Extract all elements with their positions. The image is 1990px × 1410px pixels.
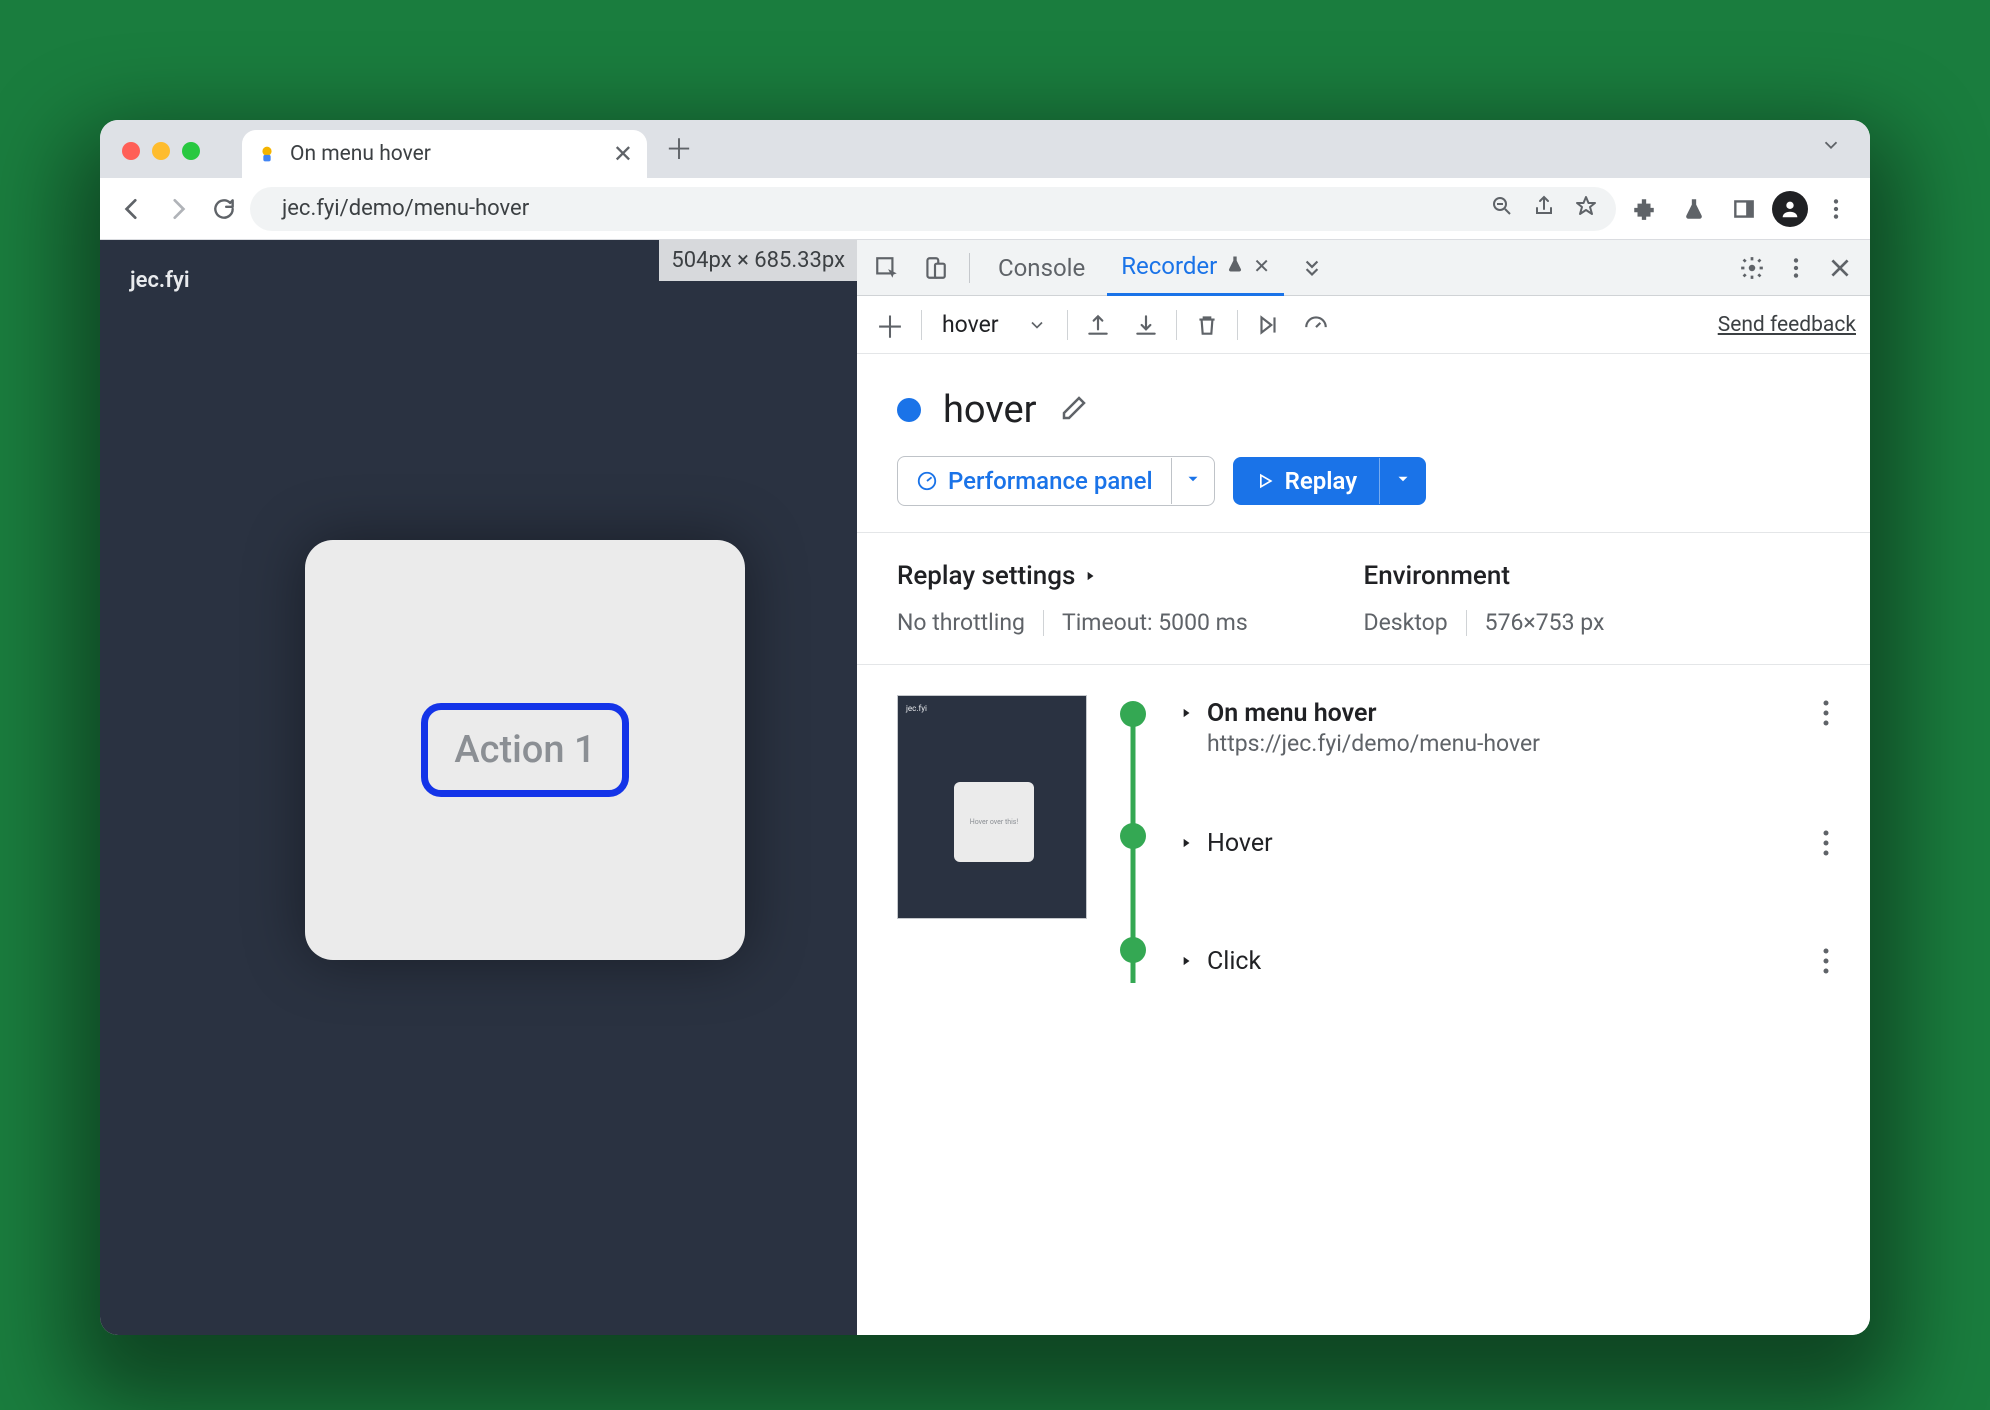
settings-gear-icon[interactable] xyxy=(1732,248,1772,288)
step-url: https://jec.fyi/demo/menu-hover xyxy=(1207,730,1540,757)
performance-panel-button[interactable]: Performance panel xyxy=(897,456,1215,506)
device-value: Desktop xyxy=(1364,609,1448,636)
window-maximize-button[interactable] xyxy=(182,142,200,160)
timeout-value: Timeout: 5000 ms xyxy=(1062,609,1248,636)
extensions-icon[interactable] xyxy=(1622,187,1666,231)
inspect-icon[interactable] xyxy=(867,248,907,288)
step-more-icon[interactable] xyxy=(1822,699,1830,731)
new-tab-button[interactable]: ＋ xyxy=(665,128,693,168)
step-title: Click xyxy=(1207,947,1261,976)
more-tabs-chevron-icon[interactable] xyxy=(1292,248,1332,288)
replay-settings-header[interactable]: Replay settings xyxy=(897,561,1364,591)
zoom-icon[interactable] xyxy=(1490,194,1514,224)
demo-card: Action 1 xyxy=(305,540,745,960)
expand-triangle-icon[interactable] xyxy=(1179,705,1193,724)
export-icon[interactable] xyxy=(1080,307,1116,343)
expand-triangle-icon[interactable] xyxy=(1179,835,1193,854)
step-more-icon[interactable] xyxy=(1822,947,1830,979)
flask-small-icon xyxy=(1225,252,1245,280)
device-icon[interactable] xyxy=(915,248,955,288)
forward-button[interactable] xyxy=(158,189,198,229)
throttling-value: No throttling xyxy=(897,609,1025,636)
performance-dropdown-icon[interactable] xyxy=(1171,458,1214,504)
devtools-menu-icon[interactable] xyxy=(1776,248,1816,288)
devtools-panel: Console Recorder ✕ ＋ hover xyxy=(857,240,1870,1335)
browser-toolbar: jec.fyi/demo/menu-hover xyxy=(100,178,1870,240)
recorder-settings: Replay settings No throttling Timeout: 5… xyxy=(857,533,1870,665)
replay-button[interactable]: Replay xyxy=(1233,457,1427,505)
step-row-main[interactable]: On menu hover https://jec.fyi/demo/menu-… xyxy=(1179,695,1830,761)
timeline-dot xyxy=(1120,701,1146,727)
tab-close-icon[interactable]: ✕ xyxy=(613,140,633,168)
recording-header: hover xyxy=(857,354,1870,456)
devtools-close-icon[interactable] xyxy=(1820,248,1860,288)
step-title: Hover xyxy=(1207,829,1273,858)
recording-selector[interactable]: hover xyxy=(934,311,1055,338)
expand-triangle-icon[interactable] xyxy=(1179,953,1193,972)
rendered-page: jec.fyi 504px × 685.33px Action 1 xyxy=(100,240,857,1335)
timeline xyxy=(1115,695,1151,983)
step-row-click[interactable]: Click xyxy=(1179,943,1830,983)
import-icon[interactable] xyxy=(1128,307,1164,343)
tab-close-icon[interactable]: ✕ xyxy=(1253,254,1270,278)
back-button[interactable] xyxy=(112,189,152,229)
step-title: On menu hover xyxy=(1207,699,1540,728)
tab-console[interactable]: Console xyxy=(984,240,1099,296)
panel-icon[interactable] xyxy=(1722,187,1766,231)
recording-name: hover xyxy=(943,388,1037,432)
slow-replay-icon[interactable] xyxy=(1298,307,1334,343)
timeline-dot xyxy=(1120,823,1146,849)
tab-list-chevron-icon[interactable] xyxy=(1820,134,1842,162)
browser-window: On menu hover ✕ ＋ jec.fyi/demo/menu-hove… xyxy=(100,120,1870,1335)
delete-icon[interactable] xyxy=(1189,307,1225,343)
reload-button[interactable] xyxy=(204,189,244,229)
share-icon[interactable] xyxy=(1532,194,1556,224)
bookmark-star-icon[interactable] xyxy=(1574,194,1598,224)
content-area: jec.fyi 504px × 685.33px Action 1 Consol… xyxy=(100,240,1870,1335)
recorder-buttons-row: Performance panel Replay xyxy=(857,456,1870,533)
step-row-hover[interactable]: Hover xyxy=(1179,825,1830,865)
timeline-dot xyxy=(1120,937,1146,963)
address-bar[interactable]: jec.fyi/demo/menu-hover xyxy=(250,187,1616,231)
replay-dropdown-icon[interactable] xyxy=(1379,458,1426,504)
url-text: jec.fyi/demo/menu-hover xyxy=(282,196,529,221)
browser-tab[interactable]: On menu hover ✕ xyxy=(242,130,647,178)
send-feedback-link[interactable]: Send feedback xyxy=(1718,313,1856,337)
new-recording-button[interactable]: ＋ xyxy=(871,303,909,347)
chrome-menu-icon[interactable] xyxy=(1814,187,1858,231)
viewport-value: 576×753 px xyxy=(1485,609,1605,636)
viewport-dimensions-badge: 504px × 685.33px xyxy=(659,240,857,281)
environment-header: Environment xyxy=(1364,561,1831,591)
favicon-icon xyxy=(256,143,278,165)
flask-icon[interactable] xyxy=(1672,187,1716,231)
step-play-icon[interactable] xyxy=(1250,307,1286,343)
recording-status-dot xyxy=(897,398,921,422)
edit-name-icon[interactable] xyxy=(1059,393,1089,427)
window-close-button[interactable] xyxy=(122,142,140,160)
window-titlebar: On menu hover ✕ ＋ xyxy=(100,120,1870,178)
devtools-tabbar: Console Recorder ✕ xyxy=(857,240,1870,296)
tab-recorder[interactable]: Recorder ✕ xyxy=(1107,240,1284,296)
step-thumbnail: jec.fyi Hover over this! xyxy=(897,695,1087,919)
profile-avatar[interactable] xyxy=(1772,191,1808,227)
step-more-icon[interactable] xyxy=(1822,829,1830,861)
action-button[interactable]: Action 1 xyxy=(421,703,628,797)
window-minimize-button[interactable] xyxy=(152,142,170,160)
tab-title: On menu hover xyxy=(290,142,431,166)
recorder-steps: jec.fyi Hover over this! On menu hover h… xyxy=(857,665,1870,1013)
page-brand: jec.fyi xyxy=(130,268,190,293)
recorder-toolbar: ＋ hover Send feedback xyxy=(857,296,1870,354)
